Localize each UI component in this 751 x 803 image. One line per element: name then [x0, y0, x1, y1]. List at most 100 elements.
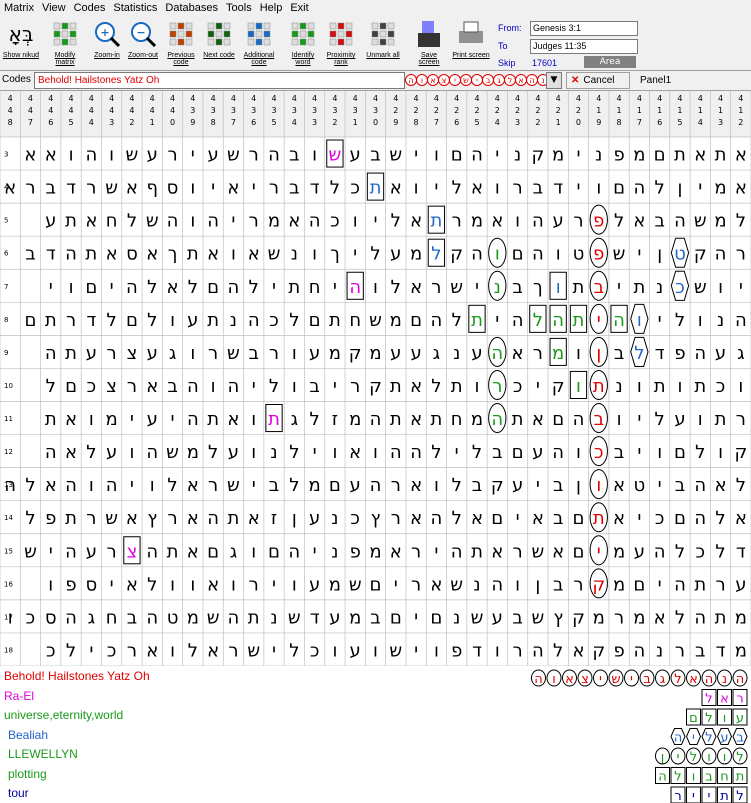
matrix-letter[interactable]: ו	[170, 574, 175, 595]
matrix-letter[interactable]: מ	[268, 211, 280, 232]
menu-tools[interactable]: Tools	[222, 0, 256, 17]
matrix-letter[interactable]: ו	[434, 475, 439, 496]
matrix-letter[interactable]: א	[613, 475, 625, 496]
matrix-letter[interactable]: ו	[698, 310, 703, 331]
matrix-letter[interactable]: ד	[310, 178, 320, 199]
matrix-letter[interactable]: ע	[309, 508, 320, 529]
matrix-letter[interactable]: ו	[292, 574, 297, 595]
matrix-letter[interactable]: ך	[168, 244, 178, 265]
matrix-letter[interactable]: כ	[513, 376, 523, 397]
matrix-letter[interactable]: ה	[431, 508, 443, 529]
matrix-letter[interactable]: ם	[552, 409, 564, 430]
to-field[interactable]: Judges 11:35	[530, 39, 638, 54]
matrix-letter[interactable]: כ	[655, 508, 665, 529]
matrix-letter[interactable]: ב	[492, 442, 502, 463]
matrix-letter[interactable]: ב	[472, 475, 482, 496]
matrix-letter[interactable]: ל	[25, 508, 35, 529]
matrix-letter[interactable]: ל	[715, 541, 725, 562]
matrix-letter[interactable]: ו	[69, 145, 74, 166]
matrix-letter[interactable]: ר	[208, 343, 218, 364]
matrix-letter[interactable]: ת	[390, 409, 402, 430]
matrix-letter[interactable]: י	[658, 310, 662, 331]
matrix-letter[interactable]: כ	[350, 508, 360, 529]
matrix-letter[interactable]: ו	[170, 310, 175, 331]
matrix-letter[interactable]: ר	[107, 343, 117, 364]
matrix-letter[interactable]: ר	[492, 376, 502, 397]
matrix-letter[interactable]: ו	[556, 244, 561, 265]
finding-label[interactable]: LLEWELLYN	[8, 747, 78, 761]
matrix-letter[interactable]: כ	[269, 310, 279, 331]
matrix-letter[interactable]: ו	[190, 343, 195, 364]
matrix-letter[interactable]: י	[211, 178, 215, 199]
matrix-letter[interactable]: ג	[291, 409, 298, 430]
matrix-letter[interactable]: ו	[515, 574, 520, 595]
matrix-letter[interactable]: ע	[45, 211, 56, 232]
matrix-letter[interactable]: ה	[654, 541, 666, 562]
matrix-letter[interactable]: ח	[106, 211, 118, 232]
matrix-letter[interactable]: ו	[434, 640, 439, 661]
menu-matrix[interactable]: Matrix	[0, 0, 38, 17]
matrix-letter[interactable]: ל	[655, 178, 665, 199]
matrix-letter[interactable]: ה	[65, 475, 77, 496]
matrix-letter[interactable]: ש	[166, 442, 179, 463]
matrix-letter[interactable]: ת	[694, 376, 706, 397]
matrix-letter[interactable]: א	[146, 244, 158, 265]
matrix-letter[interactable]: ח	[349, 310, 361, 331]
codes-input[interactable]: Behold! Hailstones Yatz Oh	[34, 72, 405, 89]
matrix-letter[interactable]: ו	[211, 376, 216, 397]
matrix-letter[interactable]: ע	[735, 574, 746, 595]
matrix-letter[interactable]: ם	[491, 508, 503, 529]
matrix-letter[interactable]: ק	[349, 343, 362, 364]
matrix-letter[interactable]: ב	[594, 277, 604, 298]
next-code-button[interactable]: Next code	[200, 19, 238, 69]
matrix-letter[interactable]: ל	[289, 475, 299, 496]
matrix-letter[interactable]: ג	[169, 343, 176, 364]
matrix-letter[interactable]: ם	[512, 244, 524, 265]
matrix-letter[interactable]: א	[410, 475, 422, 496]
matrix-letter[interactable]: ב	[370, 607, 380, 628]
matrix-letter[interactable]: א	[410, 376, 422, 397]
matrix-letter[interactable]: ם	[65, 376, 77, 397]
matrix-letter[interactable]: ו	[89, 409, 94, 430]
matrix-letter[interactable]: מ	[552, 145, 564, 166]
matrix-letter[interactable]: ו	[48, 574, 53, 595]
matrix-letter[interactable]: א	[390, 178, 402, 199]
matrix-letter[interactable]: ו	[312, 145, 317, 166]
matrix-letter[interactable]: ן	[292, 508, 297, 529]
matrix-letter[interactable]: א	[146, 376, 158, 397]
menu-codes[interactable]: Codes	[70, 0, 110, 17]
matrix-letter[interactable]: ר	[127, 640, 137, 661]
matrix-letter[interactable]: א	[126, 178, 138, 199]
matrix-letter[interactable]: ו	[657, 442, 662, 463]
matrix-letter[interactable]: ם	[329, 475, 341, 496]
matrix-letter[interactable]: ר	[269, 343, 279, 364]
matrix-letter[interactable]: ו	[231, 244, 236, 265]
matrix-letter[interactable]: ו	[251, 541, 256, 562]
matrix-letter[interactable]: א	[227, 178, 239, 199]
matrix-letter[interactable]: מ	[714, 211, 726, 232]
codes-dropdown-button[interactable]: ▼	[546, 72, 562, 89]
matrix-letter[interactable]: ר	[715, 574, 725, 595]
matrix-letter[interactable]: ש	[207, 607, 220, 628]
matrix-letter[interactable]: י	[313, 442, 317, 463]
matrix-letter[interactable]: פ	[593, 211, 604, 232]
matrix-letter[interactable]: מ	[106, 409, 118, 430]
matrix-letter[interactable]: ב	[46, 178, 56, 199]
matrix-letter[interactable]: ו	[434, 145, 439, 166]
matrix-letter[interactable]: ל	[289, 310, 299, 331]
matrix-letter[interactable]: ע	[471, 343, 482, 364]
matrix-letter[interactable]: ץ	[553, 607, 563, 628]
matrix-letter[interactable]: ה	[146, 607, 158, 628]
matrix-letter[interactable]: ה	[694, 607, 706, 628]
matrix-letter[interactable]: ה	[207, 508, 219, 529]
matrix-letter[interactable]: י	[637, 244, 641, 265]
matrix-letter[interactable]: א	[45, 475, 57, 496]
matrix-letter[interactable]: א	[735, 145, 747, 166]
matrix-letter[interactable]: ו	[414, 178, 419, 199]
matrix-letter[interactable]: ה	[451, 541, 463, 562]
additional-code-button[interactable]: Additional code	[240, 19, 278, 69]
matrix-letter[interactable]: ל	[147, 310, 157, 331]
matrix-letter[interactable]: נ	[331, 541, 338, 562]
matrix-letter[interactable]: ג	[88, 607, 95, 628]
matrix-letter[interactable]: י	[272, 277, 276, 298]
